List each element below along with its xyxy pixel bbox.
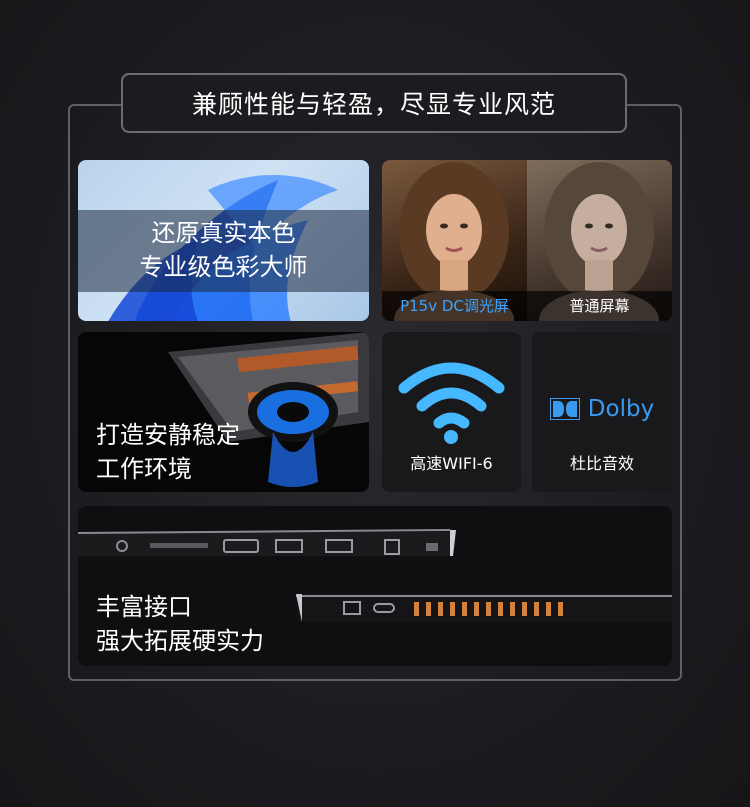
dc-screen-photo: P15v DC调光屏 [382,160,527,321]
color-card-text: 还原真实本色 专业级色彩大师 [78,216,369,284]
title-banner: 兼顾性能与轻盈，尽显专业风范 [121,73,627,133]
color-line-1: 还原真实本色 [151,219,296,247]
wifi-label: 高速WIFI-6 [410,454,493,473]
cooling-line-2: 工作环境 [96,455,192,483]
dolby-logo-text: Dolby [587,396,655,422]
cooling-card-text: 打造安静稳定 工作环境 [96,418,240,486]
dolby-label: 杜比音效 [569,454,634,473]
ports-line-1: 丰富接口 [96,593,192,621]
dc-screen-label: P15v DC调光屏 [382,291,527,321]
color-accuracy-card: 还原真实本色 专业级色彩大师 [78,160,369,321]
dolby-icon [549,398,580,420]
dolby-logo: Dolby [532,396,672,422]
page-title: 兼顾性能与轻盈，尽显专业风范 [191,90,556,119]
dolby-card: Dolby 杜比音效 [532,332,672,492]
normal-screen-photo: 普通屏幕 [527,160,672,321]
screen-comparison-card: P15v DC调光屏 普通屏幕 [382,160,672,321]
ports-card: 丰富接口 强大拓展硬实力 [78,506,672,666]
cooling-card: 打造安静稳定 工作环境 [78,332,369,492]
ports-line-2: 强大拓展硬实力 [96,627,264,655]
ports-card-text: 丰富接口 强大拓展硬实力 [96,590,264,658]
wifi-icon [398,362,505,444]
color-line-2: 专业级色彩大师 [139,253,308,281]
cooling-line-1: 打造安静稳定 [96,421,240,449]
normal-screen-label: 普通屏幕 [527,291,672,321]
wifi-card: 高速WIFI-6 [382,332,521,492]
